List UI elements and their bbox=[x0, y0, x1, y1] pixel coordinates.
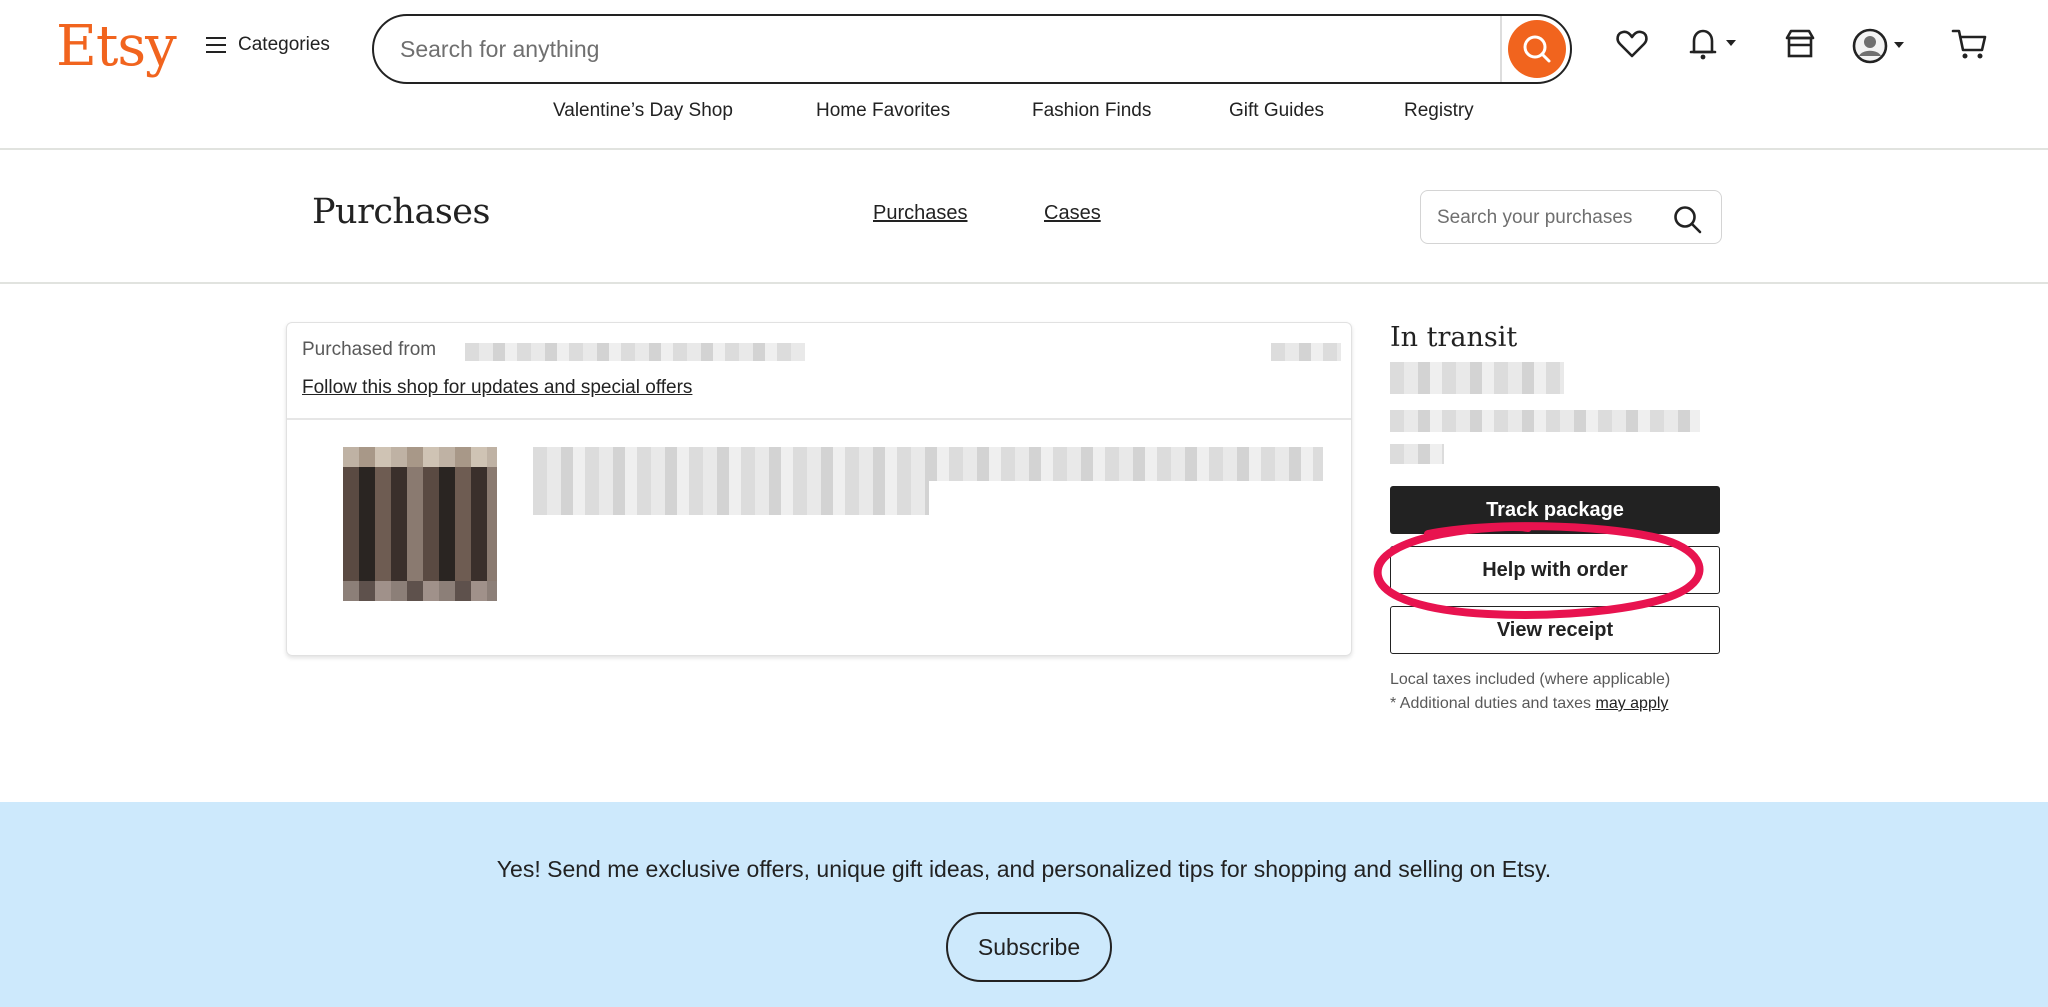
redacted-delivery-estimate bbox=[1390, 362, 1564, 394]
site-header: Etsy Categories Search for anything Vale… bbox=[0, 0, 2048, 150]
notifications-button[interactable] bbox=[1686, 26, 1742, 67]
order-status-title: In transit bbox=[1390, 322, 1518, 353]
shop-icon bbox=[1785, 29, 1815, 58]
etsy-logo[interactable]: Etsy bbox=[56, 14, 177, 79]
heart-icon bbox=[1616, 30, 1648, 58]
nav-link-valentines[interactable]: Valentine’s Day Shop bbox=[553, 100, 733, 122]
nav-link-home-favorites[interactable]: Home Favorites bbox=[816, 100, 950, 122]
product-thumbnail-edge bbox=[343, 581, 497, 601]
duties-note: * Additional duties and taxes may apply bbox=[1390, 692, 1700, 716]
bell-icon bbox=[1689, 29, 1736, 60]
nav-link-fashion-finds[interactable]: Fashion Finds bbox=[1032, 100, 1151, 122]
cart-button[interactable] bbox=[1950, 26, 1990, 67]
favorites-button[interactable] bbox=[1614, 26, 1650, 67]
redacted-shop-name bbox=[465, 343, 805, 361]
search-bar bbox=[372, 14, 1572, 84]
redacted-date bbox=[1271, 343, 1341, 361]
categories-label: Categories bbox=[238, 34, 330, 55]
hamburger-icon bbox=[206, 37, 226, 53]
account-button[interactable] bbox=[1850, 26, 1910, 71]
follow-shop-link[interactable]: Follow this shop for updates and special… bbox=[302, 377, 692, 399]
nav-link-gift-guides[interactable]: Gift Guides bbox=[1229, 100, 1324, 122]
order-card-header: Purchased from Follow this shop for upda… bbox=[287, 323, 1351, 420]
nav-link-registry[interactable]: Registry bbox=[1404, 100, 1474, 122]
search-icon bbox=[1523, 35, 1551, 63]
redacted-tracking-detail bbox=[1390, 444, 1444, 464]
account-icon bbox=[1852, 28, 1904, 64]
categories-button[interactable]: Categories bbox=[206, 34, 330, 56]
redacted-tracking-detail bbox=[1390, 410, 1700, 432]
category-nav: Valentine’s Day Shop Home Favorites Fash… bbox=[0, 100, 2048, 132]
tab-cases[interactable]: Cases bbox=[1044, 202, 1101, 225]
view-receipt-button[interactable]: View receipt bbox=[1390, 606, 1720, 654]
purchased-from-label: Purchased from bbox=[302, 339, 437, 360]
product-thumbnail-edge bbox=[343, 447, 497, 467]
purchase-search bbox=[1420, 190, 1722, 244]
shop-manager-button[interactable] bbox=[1782, 26, 1818, 67]
search-icon[interactable] bbox=[1671, 203, 1705, 237]
product-thumbnail[interactable] bbox=[343, 447, 497, 601]
cart-icon bbox=[1951, 29, 1987, 59]
search-input[interactable] bbox=[400, 30, 1480, 68]
help-with-order-button[interactable]: Help with order bbox=[1390, 546, 1720, 594]
duties-text: * Additional duties and taxes bbox=[1390, 695, 1592, 712]
tab-purchases[interactable]: Purchases bbox=[873, 202, 968, 225]
subscribe-band: Yes! Send me exclusive offers, unique gi… bbox=[0, 802, 2048, 1007]
track-package-button[interactable]: Track package bbox=[1390, 486, 1720, 534]
purchase-search-input[interactable] bbox=[1437, 205, 1657, 231]
subscribe-text: Yes! Send me exclusive offers, unique gi… bbox=[496, 856, 1552, 882]
order-card: Purchased from Follow this shop for upda… bbox=[286, 322, 1352, 656]
search-divider bbox=[1500, 16, 1502, 82]
may-apply-link[interactable]: may apply bbox=[1595, 695, 1668, 712]
tax-fine-print: Local taxes included (where applicable) … bbox=[1390, 668, 1700, 716]
purchases-subheader: Purchases Purchases Cases bbox=[0, 152, 2048, 284]
page-title: Purchases bbox=[312, 192, 490, 232]
search-button[interactable] bbox=[1508, 20, 1566, 78]
redacted-product-title bbox=[533, 481, 929, 515]
redacted-product-title[interactable] bbox=[533, 447, 1323, 481]
subscribe-button[interactable]: Subscribe bbox=[946, 912, 1112, 982]
tax-note: Local taxes included (where applicable) bbox=[1390, 671, 1671, 688]
